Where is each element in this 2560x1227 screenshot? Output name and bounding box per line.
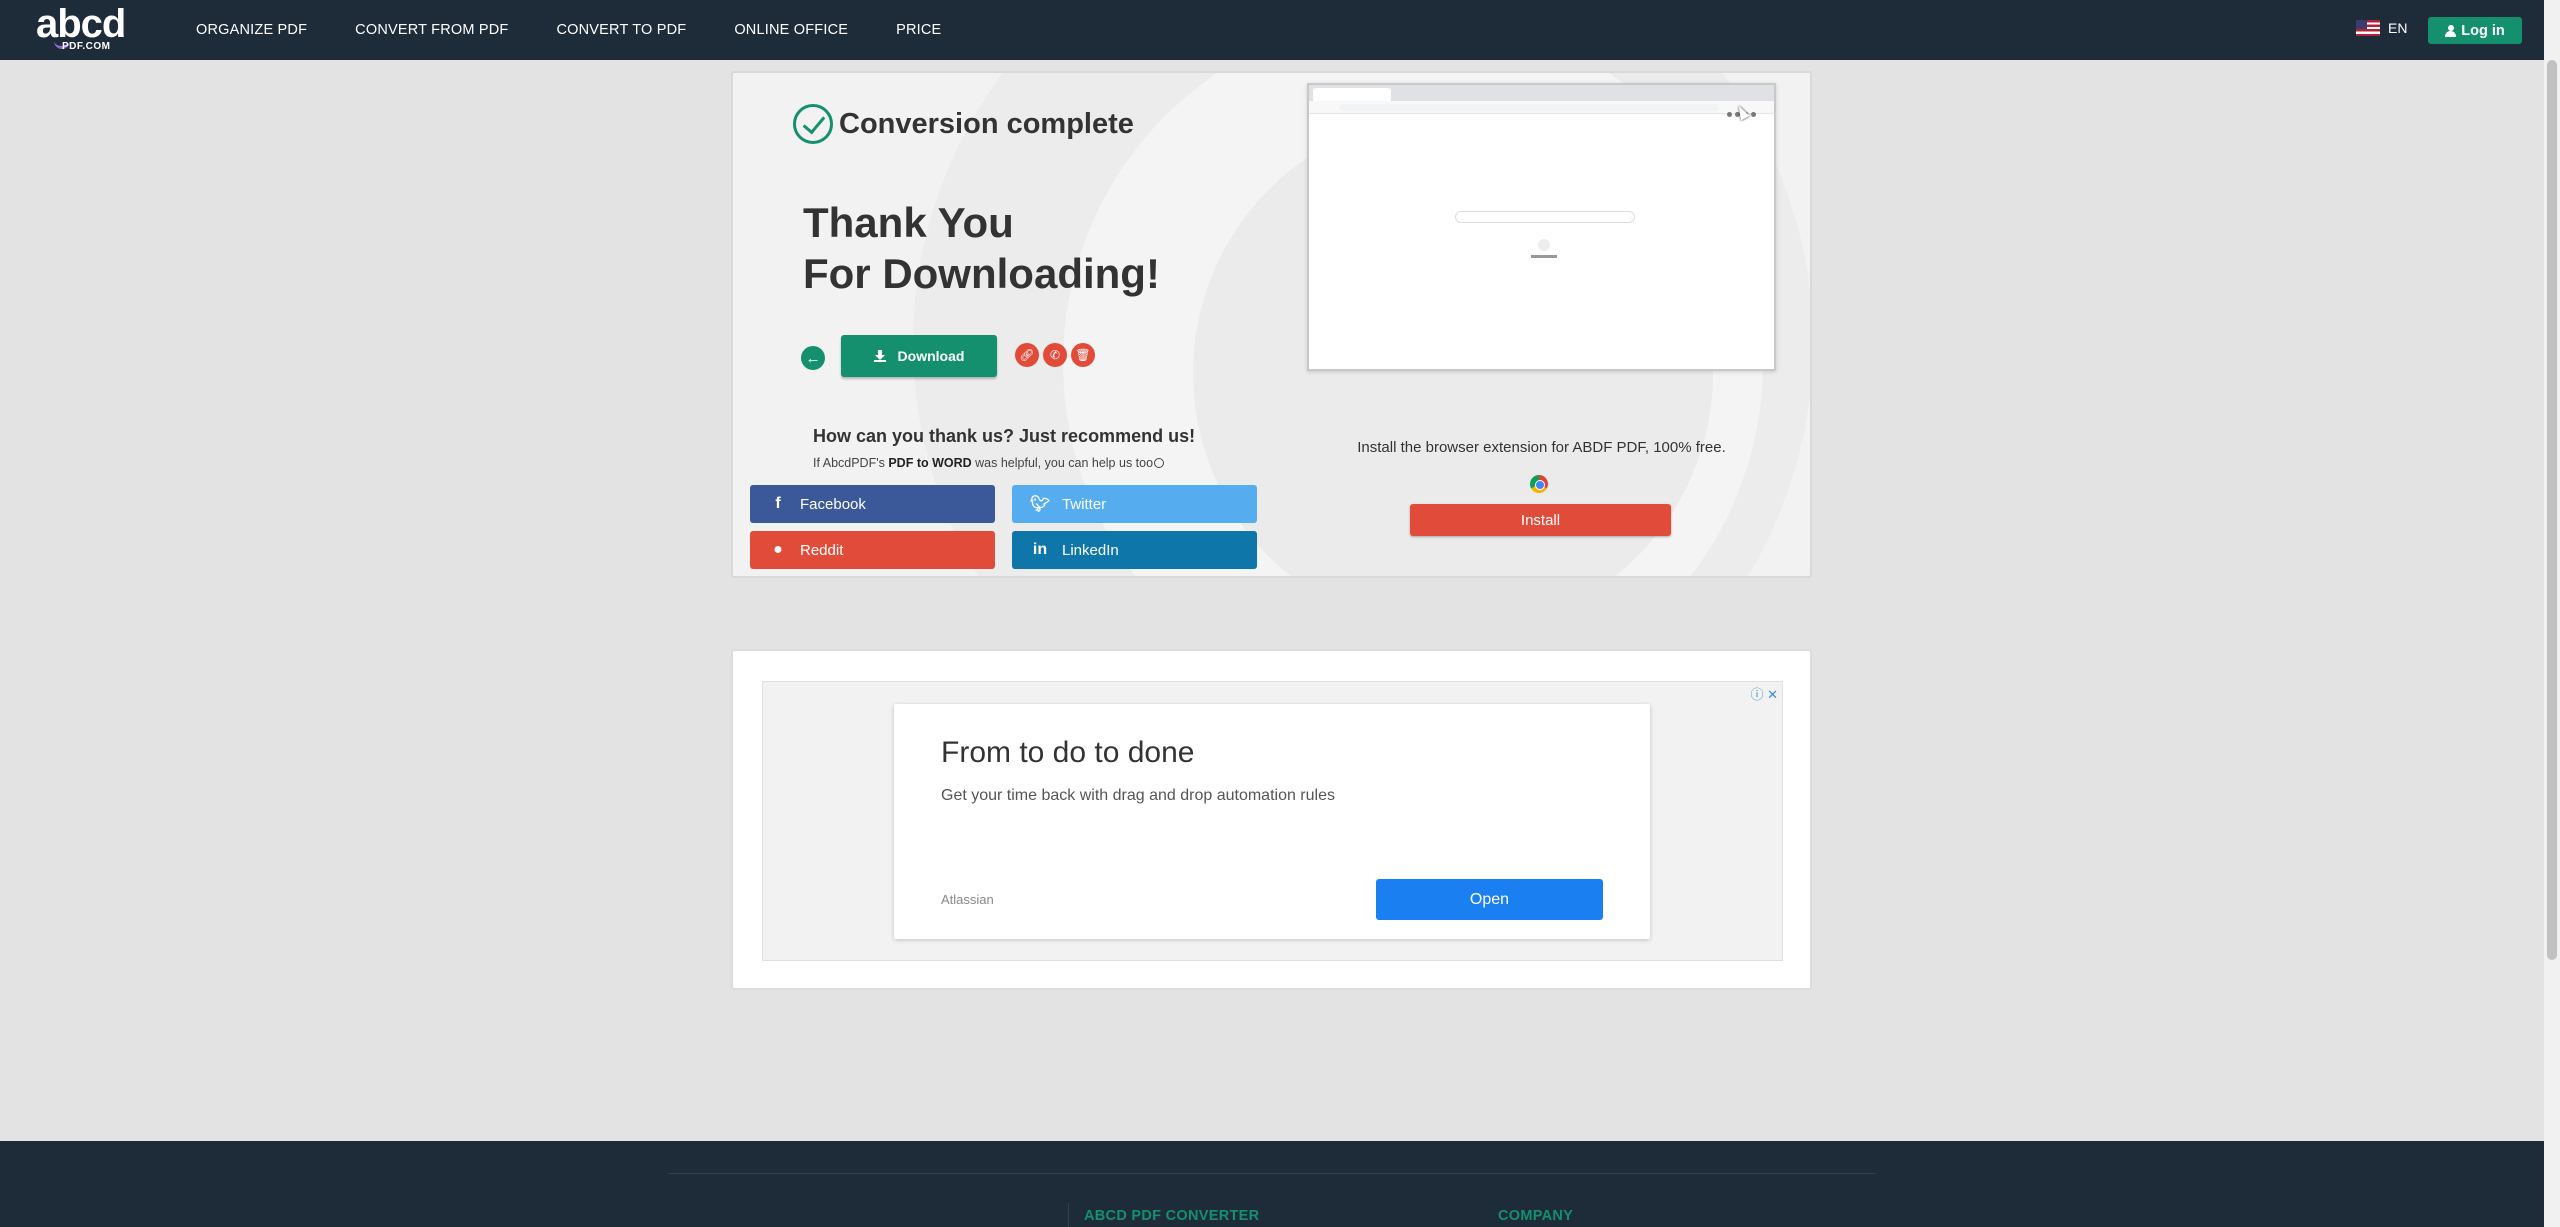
login-label: Log in [2461,22,2505,39]
footer-heading-converter: ABCD PDF CONVERTER [1084,1208,1260,1224]
linkedin-label: LinkedIn [1062,541,1119,559]
menu-price[interactable]: PRICE [896,22,941,38]
user-icon [2445,24,2457,37]
ad-open-button[interactable]: Open [1376,879,1603,920]
thank-you-line-2: For Downloading! [803,250,1160,297]
advertisement-card: ⓘ ✕ From to do to done Get your time bac… [731,649,1812,990]
ad-advertiser: Atlassian [941,892,994,907]
trash-icon: 🗑︎ [1075,348,1091,362]
conversion-status: Conversion complete [793,104,1134,144]
download-button[interactable]: Download [841,335,997,377]
scrollbar-thumb[interactable] [2547,60,2557,960]
ad-body: Get your time back with drag and drop au… [941,787,1335,804]
ad-frame: ⓘ ✕ From to do to done Get your time bac… [762,681,1783,961]
reddit-icon: ● [773,541,783,558]
status-title: Conversion complete [839,107,1134,140]
footer-divider [668,1173,1876,1174]
download-label: Download [897,348,965,364]
linkedin-icon: in [1032,541,1048,558]
facebook-label: Facebook [800,495,866,513]
whatsapp-icon: ✆ [1049,348,1061,362]
share-twitter-button[interactable]: 🐦︎ Twitter [1012,485,1257,523]
login-button[interactable]: Log in [2428,17,2522,44]
recommend-subtitle: If AbcdPDF's PDF to WORD was helpful, yo… [813,456,1165,470]
smile-icon [1154,458,1165,468]
site-logo[interactable]: abcd PDF.COM [36,2,136,54]
main-menu: ORGANIZE PDF CONVERT FROM PDF CONVERT TO… [196,0,989,60]
whatsapp-share-button[interactable]: ✆ [1043,343,1067,367]
link-icon: 🔗︎ [1019,348,1035,362]
menu-convert-to-pdf[interactable]: CONVERT TO PDF [556,22,686,38]
menu-organize-pdf[interactable]: ORGANIZE PDF [196,22,307,38]
install-extension-button[interactable]: Install [1410,504,1671,536]
footer-heading-company: COMPANY [1498,1208,1574,1224]
download-icon [873,350,886,362]
logo-text: abcd [36,2,126,46]
twitter-icon: 🐦︎ [1030,496,1051,513]
share-facebook-button[interactable]: f Facebook [750,485,995,523]
extension-description: Install the browser extension for ABDF P… [1357,439,1726,456]
menu-convert-from-pdf[interactable]: CONVERT FROM PDF [355,22,508,38]
browser-extension-preview [1307,83,1776,371]
delete-file-button[interactable]: 🗑︎ [1071,343,1095,367]
language-code: EN [2388,20,2408,36]
recommend-title: How can you thank us? Just recommend us! [813,426,1196,446]
top-navbar: abcd PDF.COM ORGANIZE PDF CONVERT FROM P… [0,0,2560,60]
chrome-icon [1530,475,1548,493]
share-reddit-button[interactable]: ● Reddit [750,531,995,569]
tool-name: PDF to WORD [888,456,972,470]
back-button[interactable]: ← [801,346,825,370]
reddit-label: Reddit [800,541,844,559]
share-linkedin-button[interactable]: in LinkedIn [1012,531,1257,569]
menu-online-office[interactable]: ONLINE OFFICE [734,22,848,38]
page-scrollbar[interactable] [2544,0,2560,1227]
facebook-icon: f [775,495,781,512]
us-flag-icon [2356,20,2380,36]
ad-choices-icon[interactable]: ⓘ ✕ [1750,684,1778,703]
site-footer: ABCD PDF CONVERTER COMPANY [0,1141,2544,1227]
twitter-label: Twitter [1062,495,1107,513]
thank-you-heading: Thank You For Downloading! [803,197,1160,299]
conversion-result-card: Conversion complete Thank You For Downlo… [731,71,1812,578]
arrow-left-icon: ← [805,349,821,367]
logo-subtext: PDF.COM [62,41,111,52]
language-selector[interactable]: EN [2356,20,2407,36]
copy-link-button[interactable]: 🔗︎ [1015,343,1039,367]
thank-you-line-1: Thank You [803,199,1014,246]
ad-content[interactable]: From to do to done Get your time back wi… [894,704,1650,939]
check-circle-icon [793,104,833,144]
ad-headline: From to do to done [941,736,1195,769]
